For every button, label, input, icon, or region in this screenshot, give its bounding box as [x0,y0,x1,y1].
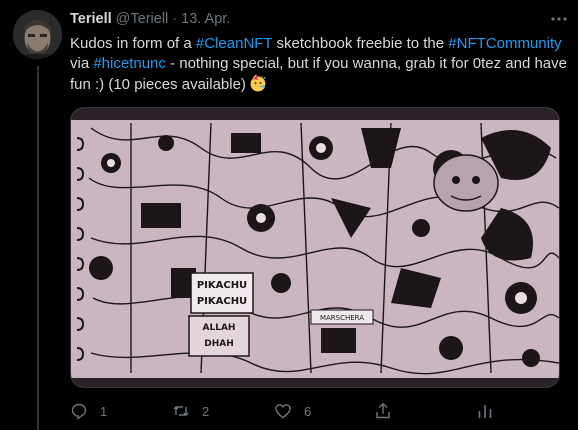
header-separator: · [172,11,178,27]
hashtag-nftcommunity[interactable]: #NFTCommunity [448,35,561,52]
party-face-emoji [250,74,266,92]
tweet-text-line-1: Kudos in form of a #CleanNFT sketchbook … [70,34,570,54]
analytics-icon [478,405,492,418]
text-segment: - nothing special, but if you wanna, gra… [165,55,567,72]
reply-count: 1 [100,403,108,419]
tweet-actions: 1 2 6 [70,401,560,421]
like-button[interactable]: 6 [274,401,311,421]
image-text-pikachu-2: PIKACHU [197,296,247,307]
avatar[interactable] [13,10,62,59]
text-segment: fun :) (10 pieces available) [70,76,246,93]
share-icon [376,402,390,419]
text-segment: sketchbook freebie to the [272,35,449,52]
retweet-button[interactable]: 2 [172,401,209,421]
analytics-button[interactable] [476,401,494,421]
hashtag-cleannft[interactable]: #CleanNFT [196,35,272,52]
heart-icon [275,404,291,419]
retweet-count: 2 [202,403,210,419]
retweet-icon [173,406,189,416]
image-text-allah-1: ALLAH [203,323,236,333]
reply-icon [71,403,87,420]
tweet-date[interactable]: 13. Apr. [181,11,230,27]
sketchbook-drawing: PIKACHU PIKACHU ALLAH DHAH MARSCHERA [71,108,559,387]
like-count: 6 [304,403,312,419]
image-text-pikachu-1: PIKACHU [197,280,247,291]
more-icon[interactable] [550,10,568,28]
image-text-marschera: MARSCHERA [320,314,364,322]
share-button[interactable] [374,401,392,421]
author-name[interactable]: Teriell [70,11,112,27]
avatar-image [13,10,62,59]
tweet-text: Kudos in form of a #CleanNFT sketchbook … [70,34,570,95]
text-segment: via [70,55,94,72]
text-segment: Kudos in form of a [70,35,196,52]
reply-button[interactable]: 1 [70,401,107,421]
hashtag-hicetnunc[interactable]: #hicetnunc [93,55,166,72]
tweet-media-image[interactable]: PIKACHU PIKACHU ALLAH DHAH MARSCHERA [70,107,560,388]
tweet-text-line-2: via #hicetnunc - nothing special, but if… [70,54,570,74]
image-text-allah-2: DHAH [204,339,234,349]
tweet-text-line-3: fun :) (10 pieces available) [70,74,570,95]
thread-connector-line [37,66,39,430]
tweet-header: Teriell @Teriell · 13. Apr. [70,10,230,28]
author-handle[interactable]: @Teriell [116,11,169,27]
